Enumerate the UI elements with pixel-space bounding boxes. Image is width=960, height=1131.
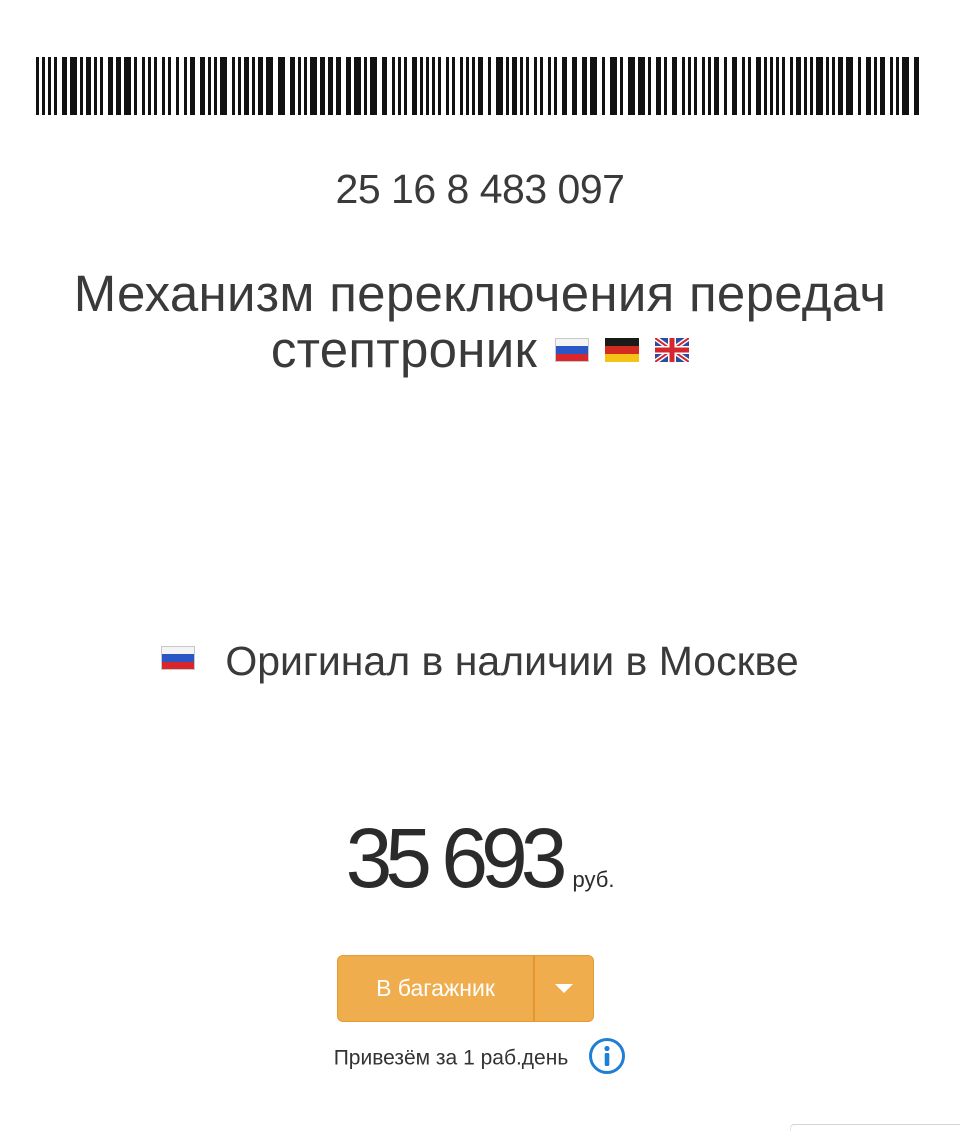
price: 35 693 руб.: [0, 810, 960, 907]
barcode: [36, 57, 919, 115]
cart-options-toggle[interactable]: [535, 956, 593, 1021]
add-to-cart-button[interactable]: В багажник: [338, 956, 533, 1021]
flag-de-icon[interactable]: [605, 337, 640, 362]
availability-text: Оригинал в наличии в Москве: [225, 638, 799, 684]
delivery-text: Привезём за 1 раб.день: [333, 1046, 569, 1070]
availability-row: Оригинал в наличии в Москве: [0, 638, 960, 685]
flag-ru-icon[interactable]: [555, 337, 590, 362]
delivery-info: Привезём за 1 раб.день: [0, 1037, 960, 1078]
flag-gb-icon[interactable]: [655, 337, 690, 362]
flag-ru-icon: [161, 646, 196, 671]
price-value: 35 693: [345, 811, 568, 905]
product-title: Механизм переключения передач стептроник: [40, 266, 920, 378]
product-title-text: Механизм переключения передач стептроник: [73, 265, 887, 378]
part-number: 25 16 8 483 097: [335, 166, 625, 212]
price-currency: руб.: [572, 867, 615, 892]
info-icon[interactable]: [588, 1037, 626, 1075]
add-to-cart-button-group[interactable]: В багажник: [337, 955, 594, 1022]
caret-down-icon: [555, 984, 573, 993]
